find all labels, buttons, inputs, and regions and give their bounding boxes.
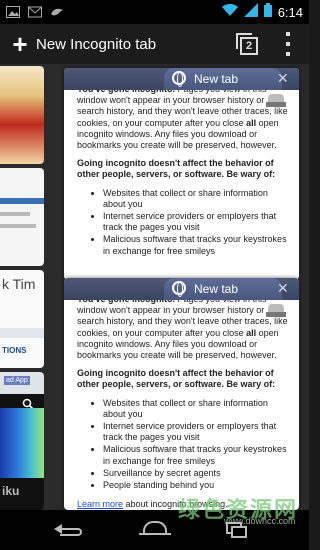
gmail-icon bbox=[28, 5, 42, 18]
card-header: New tab ✕ bbox=[64, 278, 299, 300]
status-bar: 6:14 bbox=[0, 0, 309, 24]
list-item: Internet service providers or employers … bbox=[103, 211, 289, 233]
cell-signal-icon bbox=[243, 3, 258, 22]
close-icon[interactable]: ✕ bbox=[277, 280, 289, 297]
tab-thumbnail-2[interactable] bbox=[0, 168, 44, 266]
list-item: Malicious software that tracks your keys… bbox=[103, 234, 289, 256]
watermark-url: www.downcc.com bbox=[224, 516, 296, 526]
new-tab-label: New Incognito tab bbox=[36, 35, 157, 53]
tab-thumbnail-3-options: TIONS bbox=[2, 346, 27, 355]
list-item: Websites that collect or share informati… bbox=[103, 188, 289, 210]
incognito-paragraph-1: You've gone incognito. Pages you view in… bbox=[77, 84, 288, 151]
warning-list: Websites that collect or share informati… bbox=[103, 398, 289, 492]
globe-icon bbox=[172, 71, 186, 87]
plus-icon: + bbox=[12, 29, 28, 59]
incognito-paragraph-2: Going incognito doesn't affect the behav… bbox=[77, 158, 276, 180]
list-item: Websites that collect or share informati… bbox=[103, 398, 289, 420]
warning-list: Websites that collect or share informati… bbox=[103, 188, 289, 257]
overflow-menu-icon[interactable] bbox=[284, 32, 292, 56]
tab-title: New tab bbox=[194, 282, 239, 296]
incognito-info-text: You've gone incognito. Pages you view in… bbox=[77, 84, 289, 258]
incognito-tab-card-1[interactable]: You've gone incognito. Pages you view in… bbox=[64, 68, 299, 280]
action-bar: + New Incognito tab 2 bbox=[0, 24, 309, 64]
wifi-icon bbox=[221, 3, 238, 22]
globe-icon bbox=[172, 281, 186, 297]
tab-count-badge: 2 bbox=[240, 37, 258, 55]
battery-icon bbox=[263, 3, 272, 22]
back-icon[interactable] bbox=[54, 522, 84, 538]
tab-stack: k Tim TIONS ad App iku You've gone incog… bbox=[0, 64, 309, 510]
incognito-info-text: You've gone incognito. Pages you view in… bbox=[77, 294, 289, 510]
home-icon[interactable] bbox=[139, 521, 171, 539]
incognito-spy-icon bbox=[266, 304, 286, 320]
image-icon bbox=[6, 5, 20, 18]
list-item: Malicious software that tracks your keys… bbox=[103, 444, 289, 466]
normal-tabs-stack: k Tim TIONS ad App iku bbox=[0, 64, 44, 510]
tab-thumbnail-1[interactable] bbox=[0, 66, 44, 164]
new-incognito-tab-button[interactable]: + New Incognito tab bbox=[10, 30, 156, 58]
list-item: Internet service providers or employers … bbox=[103, 421, 289, 443]
tab-switcher-icon[interactable]: 2 bbox=[236, 33, 258, 55]
tab-thumbnail-3[interactable]: k Tim TIONS bbox=[0, 270, 44, 368]
tab-thumbnail-4-footer: iku bbox=[2, 484, 20, 498]
learn-more-link[interactable]: Learn more bbox=[77, 499, 123, 509]
tab-thumbnail-3-title: k Tim bbox=[2, 276, 36, 292]
incognito-spy-icon bbox=[266, 94, 286, 110]
close-icon[interactable]: ✕ bbox=[277, 70, 289, 87]
notification-icons bbox=[6, 5, 64, 18]
bird-icon bbox=[50, 5, 64, 17]
clock: 6:14 bbox=[277, 5, 303, 20]
system-icons: 6:14 bbox=[221, 3, 303, 22]
list-item: People standing behind you bbox=[103, 480, 289, 491]
incognito-tab-card-2[interactable]: You've gone incognito. Pages you view in… bbox=[64, 278, 299, 510]
watermark: 绿色资源网 www.downcc.com bbox=[178, 492, 298, 532]
incognito-paragraph-2: Going incognito doesn't affect the behav… bbox=[77, 368, 276, 390]
card-header: New tab ✕ bbox=[64, 68, 299, 90]
incognito-paragraph-1: You've gone incognito. Pages you view in… bbox=[77, 294, 288, 361]
tab-title: New tab bbox=[194, 72, 239, 86]
list-item: Surveillance by secret agents bbox=[103, 468, 289, 479]
tab-thumbnail-4[interactable]: ad App iku bbox=[0, 372, 44, 510]
tab-thumbnail-4-tag: ad App bbox=[4, 376, 30, 385]
